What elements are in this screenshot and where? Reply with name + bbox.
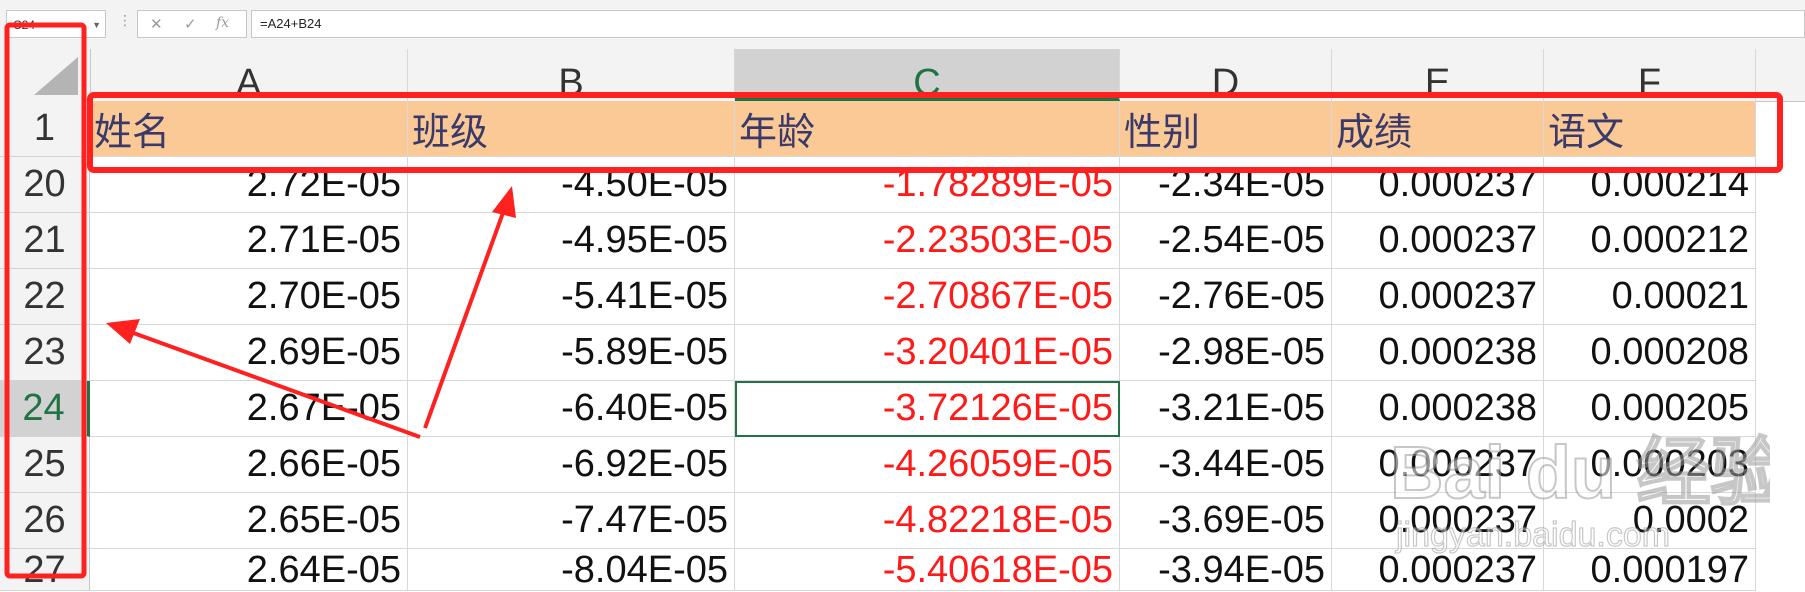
column-header-f[interactable]: F (1544, 49, 1756, 101)
row-header-20[interactable]: 20 (0, 157, 90, 213)
row-header-23[interactable]: 23 (0, 325, 90, 381)
function-icon[interactable]: fx (216, 15, 229, 31)
cell-a25[interactable]: 2.66E-05 (90, 437, 408, 493)
cell-b27[interactable]: -8.04E-05 (408, 549, 735, 591)
chevron-down-icon[interactable]: ▼ (92, 11, 101, 39)
row-header-27[interactable]: 27 (0, 549, 90, 591)
cell-c24[interactable]: -3.72126E-05 (735, 381, 1120, 437)
cell-e22[interactable]: 0.000237 (1332, 269, 1544, 325)
row-header-24[interactable]: 24 (0, 381, 90, 437)
cell-d25[interactable]: -3.44E-05 (1120, 437, 1332, 493)
cell-e1[interactable]: 成绩 (1332, 101, 1544, 157)
cell-a1[interactable]: 姓名 (90, 101, 408, 157)
column-header-e[interactable]: E (1332, 49, 1544, 101)
cell-a26[interactable]: 2.65E-05 (90, 493, 408, 549)
cell-d20[interactable]: -2.34E-05 (1120, 157, 1332, 213)
row-header-26[interactable]: 26 (0, 493, 90, 549)
cell-c25[interactable]: -4.26059E-05 (735, 437, 1120, 493)
cell-f21[interactable]: 0.000212 (1544, 213, 1756, 269)
cell-f23[interactable]: 0.000208 (1544, 325, 1756, 381)
enter-icon[interactable]: ✓ (184, 15, 197, 33)
cell-b24[interactable]: -6.40E-05 (408, 381, 735, 437)
cell-c21[interactable]: -2.23503E-05 (735, 213, 1120, 269)
name-box-value: C24 (13, 18, 36, 32)
cell-f1[interactable]: 语文 (1544, 101, 1756, 157)
cell-b21[interactable]: -4.95E-05 (408, 213, 735, 269)
cell-d26[interactable]: -3.69E-05 (1120, 493, 1332, 549)
cell-d1[interactable]: 性别 (1120, 101, 1332, 157)
cell-e20[interactable]: 0.000237 (1332, 157, 1544, 213)
cell-b1[interactable]: 班级 (408, 101, 735, 157)
row-header-21[interactable]: 21 (0, 213, 90, 269)
cell-e21[interactable]: 0.000237 (1332, 213, 1544, 269)
cell-c22[interactable]: -2.70867E-05 (735, 269, 1120, 325)
cell-b23[interactable]: -5.89E-05 (408, 325, 735, 381)
cell-c20[interactable]: -1.78289E-05 (735, 157, 1120, 213)
cell-c1[interactable]: 年龄 (735, 101, 1120, 157)
cell-a23[interactable]: 2.69E-05 (90, 325, 408, 381)
cell-a21[interactable]: 2.71E-05 (90, 213, 408, 269)
formula-input[interactable]: =A24+B24 (251, 10, 1805, 38)
cell-a27[interactable]: 2.64E-05 (90, 549, 408, 591)
cell-b26[interactable]: -7.47E-05 (408, 493, 735, 549)
cell-c23[interactable]: -3.20401E-05 (735, 325, 1120, 381)
row-header-1[interactable]: 1 (0, 101, 90, 157)
cell-c27[interactable]: -5.40618E-05 (735, 549, 1120, 591)
name-box[interactable]: C24 ▼ (6, 10, 106, 38)
watermark-url: jingyan.baidu.com (1395, 516, 1670, 554)
column-header-d[interactable]: D (1120, 49, 1332, 101)
cell-e23[interactable]: 0.000238 (1332, 325, 1544, 381)
cell-d27[interactable]: -3.94E-05 (1120, 549, 1332, 591)
cell-c26[interactable]: -4.82218E-05 (735, 493, 1120, 549)
row-header-25[interactable]: 25 (0, 437, 90, 493)
formula-bar: C24 ▼ ⋮ ✕ ✓ fx =A24+B24 (0, 0, 1805, 50)
cell-a22[interactable]: 2.70E-05 (90, 269, 408, 325)
cell-d23[interactable]: -2.98E-05 (1120, 325, 1332, 381)
row-header-22[interactable]: 22 (0, 269, 90, 325)
cell-b22[interactable]: -5.41E-05 (408, 269, 735, 325)
cell-f20[interactable]: 0.000214 (1544, 157, 1756, 213)
formula-controls: ✕ ✓ fx (137, 10, 247, 38)
cancel-icon[interactable]: ✕ (150, 15, 163, 33)
cell-d21[interactable]: -2.54E-05 (1120, 213, 1332, 269)
cell-a24[interactable]: 2.67E-05 (90, 381, 408, 437)
select-all-triangle-icon (34, 57, 78, 95)
cell-b20[interactable]: -4.50E-05 (408, 157, 735, 213)
column-header-b[interactable]: B (408, 49, 735, 101)
cell-b25[interactable]: -6.92E-05 (408, 437, 735, 493)
baidu-watermark: Bai du 经验 jingyan.baidu.com (1390, 430, 1770, 555)
cell-d22[interactable]: -2.76E-05 (1120, 269, 1332, 325)
more-options-icon[interactable]: ⋮ (118, 12, 132, 29)
cell-f22[interactable]: 0.00021 (1544, 269, 1756, 325)
select-all-button[interactable] (0, 49, 91, 101)
cell-a20[interactable]: 2.72E-05 (90, 157, 408, 213)
cell-d24[interactable]: -3.21E-05 (1120, 381, 1332, 437)
column-header-a[interactable]: A (90, 49, 408, 101)
column-header-c[interactable]: C (735, 49, 1120, 101)
watermark-brand: Bai du 经验 (1390, 431, 1770, 514)
